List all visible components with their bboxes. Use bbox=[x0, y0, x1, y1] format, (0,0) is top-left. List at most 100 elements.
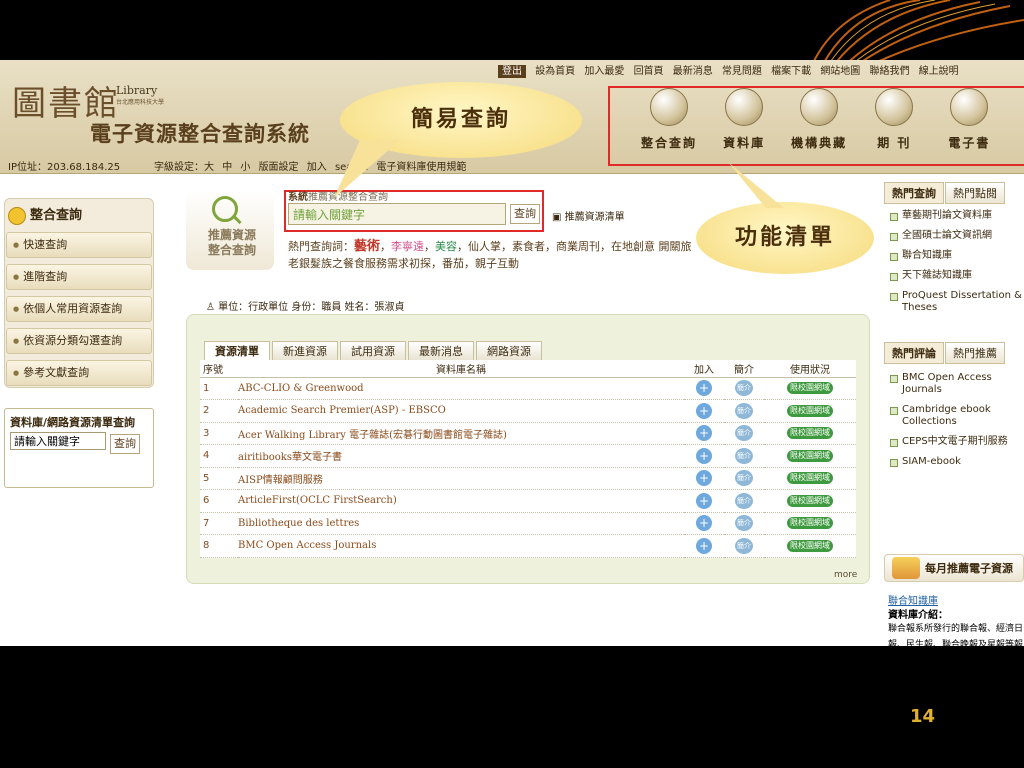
tab-web-resources[interactable]: 網路資源 bbox=[476, 341, 542, 361]
list-item[interactable]: ProQuest Dissertation & Theses bbox=[890, 290, 1024, 314]
hot-keyword[interactable]: 美容 bbox=[435, 240, 457, 253]
tab-hot-review[interactable]: 熱門評論 bbox=[884, 342, 944, 364]
database-name[interactable]: BMC Open Access Journals bbox=[238, 534, 684, 558]
add-icon[interactable]: + bbox=[696, 492, 712, 509]
db-search-button[interactable]: 查詢 bbox=[110, 434, 140, 454]
monthly-recommend-link[interactable]: 聯合知識庫 bbox=[888, 592, 938, 607]
sidebar-item-personal[interactable]: 依個人常用資源查詢 bbox=[6, 296, 152, 322]
row-number: 2 bbox=[200, 399, 238, 423]
list-item[interactable]: 全國碩士論文資訊網 bbox=[890, 230, 1024, 242]
more-link[interactable]: more bbox=[834, 570, 857, 580]
table-row[interactable]: 5 AISP情報顧問服務 + 簡介 限校園網域 bbox=[200, 467, 856, 490]
table-row[interactable]: 8 BMC Open Access Journals + 簡介 限校園網域 bbox=[200, 534, 856, 558]
tab-new-resources[interactable]: 新進資源 bbox=[272, 341, 338, 361]
usage-badge[interactable]: 限校園網域 bbox=[787, 427, 833, 440]
usage-badge[interactable]: 限校園網域 bbox=[787, 472, 833, 485]
tab-trial-resources[interactable]: 試用資源 bbox=[340, 341, 406, 361]
usage-badge[interactable]: 限校園網域 bbox=[787, 449, 833, 462]
hot-keyword[interactable]: 藝術 bbox=[354, 239, 380, 254]
hot-keyword-line2[interactable]: 老銀髮族之餐食服務需求初探，番茄，親子互動 bbox=[288, 255, 692, 272]
add-icon[interactable]: + bbox=[696, 380, 712, 397]
intro-icon[interactable]: 簡介 bbox=[735, 425, 753, 442]
top-link-contact[interactable]: 聯絡我們 bbox=[870, 66, 910, 77]
list-item[interactable]: 聯合知識庫 bbox=[890, 250, 1024, 262]
top-link-home[interactable]: 回首頁 bbox=[634, 66, 664, 77]
top-link-favorite[interactable]: 加入最愛 bbox=[584, 66, 624, 77]
sidebar-item-reference[interactable]: 參考文獻查詢 bbox=[6, 360, 152, 386]
intro-icon[interactable]: 簡介 bbox=[735, 537, 753, 554]
sidebar-item-quick[interactable]: 快速查詢 bbox=[6, 232, 152, 258]
add-icon[interactable]: + bbox=[696, 515, 712, 532]
layout-setting-link[interactable]: 版面設定 bbox=[259, 162, 299, 173]
add-icon[interactable]: + bbox=[696, 425, 712, 442]
intro-icon[interactable]: 簡介 bbox=[735, 470, 753, 487]
sidebar-item-advanced[interactable]: 進階查詢 bbox=[6, 264, 152, 290]
list-item[interactable]: 天下雜誌知識庫 bbox=[890, 270, 1024, 282]
font-size-small[interactable]: 小 bbox=[240, 162, 250, 173]
recommend-list-link[interactable]: ▣ 推薦資源清單 bbox=[552, 208, 625, 223]
tab-hot-click[interactable]: 熱門點閱 bbox=[945, 182, 1005, 204]
list-item[interactable]: BMC Open Access Journals bbox=[890, 372, 1022, 396]
intro-icon[interactable]: 簡介 bbox=[735, 402, 753, 419]
sidebar-item-category[interactable]: 依資源分類勾選查詢 bbox=[6, 328, 152, 354]
database-name[interactable]: ArticleFirst(OCLC FirstSearch) bbox=[238, 489, 684, 513]
calendar-icon bbox=[892, 557, 920, 579]
tab-resource-list[interactable]: 資源清單 bbox=[204, 341, 270, 361]
top-link-sitemap[interactable]: 網站地圖 bbox=[820, 66, 860, 77]
database-name[interactable]: Acer Walking Library 電子雜誌(宏碁行動圖書館電子雜誌) bbox=[238, 422, 684, 445]
database-name[interactable]: Academic Search Premier(ASP) - EBSCO bbox=[238, 399, 684, 423]
list-item[interactable]: Cambridge ebook Collections bbox=[890, 404, 1022, 428]
col-usage: 使用狀況 bbox=[764, 360, 856, 378]
table-row[interactable]: 3 Acer Walking Library 電子雜誌(宏碁行動圖書館電子雜誌) +… bbox=[200, 422, 856, 445]
top-link-help[interactable]: 線上說明 bbox=[919, 66, 959, 77]
logout-button[interactable]: 登出 bbox=[498, 65, 526, 78]
add-icon[interactable]: + bbox=[696, 402, 712, 419]
row-number: 3 bbox=[200, 422, 238, 445]
search-button[interactable]: 查詢 bbox=[510, 204, 540, 224]
database-name[interactable]: ABC-CLIO & Greenwood bbox=[238, 377, 684, 400]
callout-function-list: 功能清單 bbox=[696, 202, 874, 274]
hot-keyword[interactable]: 李寧遠 bbox=[391, 240, 424, 253]
sidebar-title: 整合查詢 bbox=[8, 204, 82, 225]
list-item[interactable]: SIAM-ebook bbox=[890, 456, 1022, 468]
tab-hot-recommend[interactable]: 熱門推薦 bbox=[945, 342, 1005, 364]
row-number: 6 bbox=[200, 489, 238, 513]
add-icon[interactable]: + bbox=[696, 470, 712, 487]
hot-keyword-rest[interactable]: 仙人掌，素食者，商業周刊，在地創意 開關旅 bbox=[468, 240, 692, 253]
list-item[interactable]: CEPS中文電子期刊服務 bbox=[890, 436, 1022, 448]
font-size-large[interactable]: 字級設定：大 bbox=[154, 162, 214, 173]
usage-badge[interactable]: 限校園網域 bbox=[787, 382, 833, 395]
usage-badge[interactable]: 限校園網域 bbox=[787, 494, 833, 507]
add-icon[interactable]: + bbox=[696, 537, 712, 554]
add-cell: + bbox=[684, 444, 724, 468]
font-size-medium[interactable]: 中 bbox=[222, 162, 232, 173]
intro-icon[interactable]: 簡介 bbox=[735, 380, 753, 397]
table-row[interactable]: 1 ABC-CLIO & Greenwood + 簡介 限校園網域 bbox=[200, 377, 856, 400]
search-input[interactable] bbox=[288, 203, 506, 225]
resource-table: 序號 資料庫名稱 加入 簡介 使用狀況 1 ABC-CLIO & Greenwoo… bbox=[200, 360, 856, 558]
intro-icon[interactable]: 簡介 bbox=[735, 492, 753, 509]
intro-icon[interactable]: 簡介 bbox=[735, 447, 753, 464]
add-icon[interactable]: + bbox=[696, 447, 712, 464]
db-search-input[interactable] bbox=[10, 432, 106, 450]
top-link-faq[interactable]: 常見問題 bbox=[722, 66, 762, 77]
database-name[interactable]: AISP情報顧問服務 bbox=[238, 467, 684, 490]
usage-badge[interactable]: 限校園網域 bbox=[787, 539, 833, 552]
table-row[interactable]: 4 airitibooks華文電子書 + 簡介 限校園網域 bbox=[200, 444, 856, 468]
top-link-download[interactable]: 檔案下載 bbox=[771, 66, 811, 77]
table-row[interactable]: 6 ArticleFirst(OCLC FirstSearch) + 簡介 限校園網域 bbox=[200, 489, 856, 513]
tab-latest-news[interactable]: 最新消息 bbox=[408, 341, 474, 361]
table-row[interactable]: 2 Academic Search Premier(ASP) - EBSCO + 簡介… bbox=[200, 399, 856, 423]
top-link-news[interactable]: 最新消息 bbox=[673, 66, 713, 77]
right-tabs-1: 熱門查詢 熱門點閱 bbox=[884, 182, 1006, 204]
database-name[interactable]: Bibliotheque des lettres bbox=[238, 512, 684, 535]
usage-badge[interactable]: 限校園網域 bbox=[787, 404, 833, 417]
tab-hot-search[interactable]: 熱門查詢 bbox=[884, 182, 944, 204]
add-link[interactable]: 加入 bbox=[307, 162, 327, 173]
top-link-homepage[interactable]: 設為首頁 bbox=[535, 66, 575, 77]
database-name[interactable]: airitibooks華文電子書 bbox=[238, 444, 684, 468]
usage-badge[interactable]: 限校園網域 bbox=[787, 517, 833, 530]
intro-icon[interactable]: 簡介 bbox=[735, 515, 753, 532]
table-row[interactable]: 7 Bibliotheque des lettres + 簡介 限校園網域 bbox=[200, 512, 856, 535]
list-item[interactable]: 華藝期刊論文資料庫 bbox=[890, 210, 1024, 222]
